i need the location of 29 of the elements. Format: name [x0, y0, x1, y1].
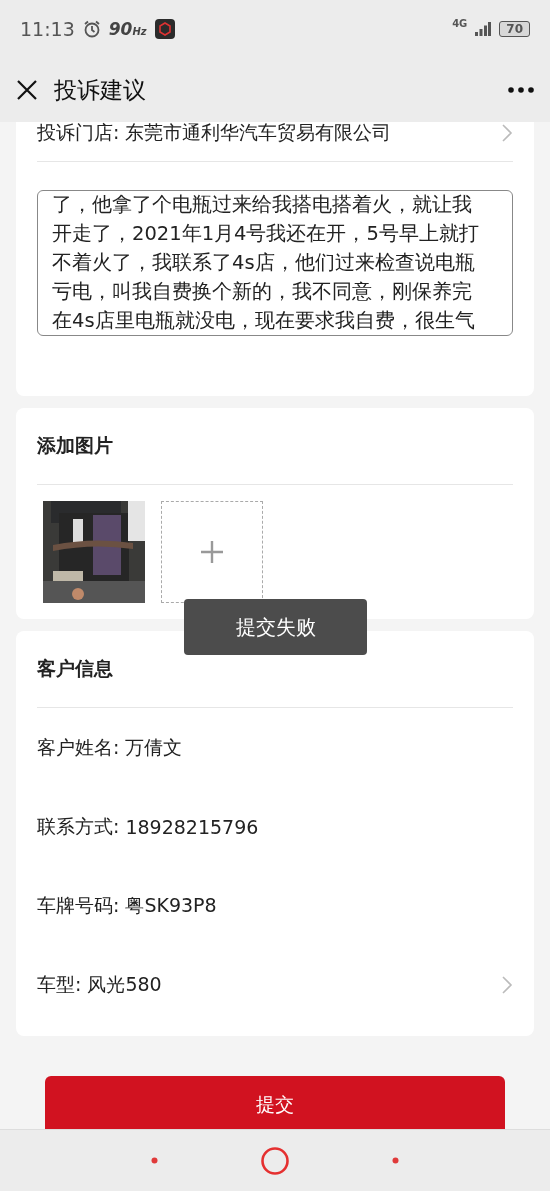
description-field[interactable]: 了，他拿了个电瓶过来给我搭电搭着火，就让我 开走了，2021年1月4号我还在开，5号早上就打 不着火了，我联系了4s店，他们过来检查说电瓶 亏电，叫我自费换个新的，我不同意，刚保养完 在4s店里电瓶就没电，现在要求我自费，很生气	[37, 190, 513, 336]
store-label: 投诉门店:	[37, 122, 120, 145]
close-icon[interactable]	[16, 79, 38, 101]
plus-icon	[201, 541, 223, 563]
refresh-rate: 90Hz	[108, 19, 147, 39]
field-label: 车牌号码:	[37, 892, 120, 918]
chevron-right-icon	[501, 122, 513, 143]
section-title: 添加图片	[37, 408, 513, 485]
field-value[interactable]: 风光580	[87, 971, 162, 998]
field-value: 18928215796	[125, 815, 259, 838]
page-title: 投诉建议	[54, 75, 147, 105]
battery-indicator: 70	[499, 21, 530, 37]
chevron-right-icon	[501, 974, 513, 995]
nav-dot-icon[interactable]	[392, 1157, 399, 1164]
network-label: 4G	[452, 18, 468, 29]
signal-icon	[475, 22, 492, 36]
field-label: 客户姓名:	[37, 734, 120, 760]
field-label: 车型:	[37, 971, 82, 997]
status-time: 11:13	[20, 18, 75, 40]
field-value: 万倩文	[125, 734, 183, 760]
field-label: 联系方式:	[37, 813, 120, 839]
home-circle-icon[interactable]	[260, 1145, 290, 1176]
alarm-icon	[82, 20, 101, 38]
more-icon[interactable]	[508, 87, 534, 93]
nav-dot-icon[interactable]	[151, 1157, 158, 1164]
submit-button[interactable]: 提交	[45, 1076, 505, 1129]
field-value: 粤SK93P8	[125, 892, 217, 918]
app-icon	[154, 19, 175, 39]
store-value[interactable]: 东莞市通利华汽车贸易有限公司	[125, 122, 392, 146]
